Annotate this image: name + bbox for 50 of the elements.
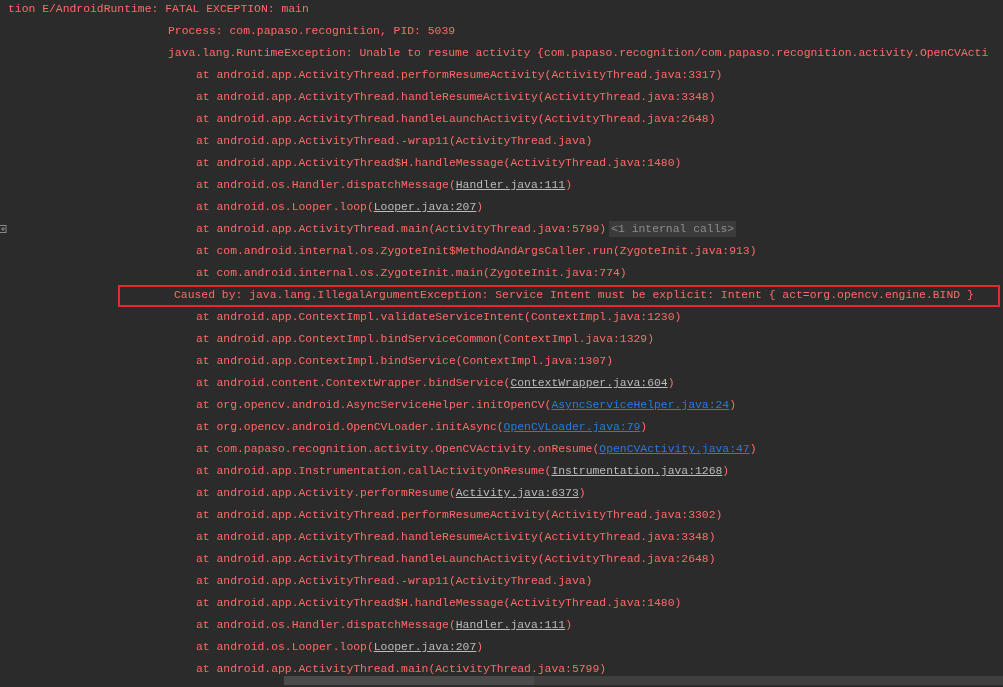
file-link[interactable]: ContextWrapper.java:604 [510,377,668,389]
log-text: at android.app.ActivityThread.handleResumeActivity(ActivityThread.java:3348) [196,531,716,543]
log-text: at org.opencv.android.OpenCVLoader.initAsync( [196,421,504,433]
log-text: tion E/AndroidRuntime: FATAL EXCEPTION: main [8,3,309,15]
log-text: ) [749,443,757,455]
log-text: Process: com.papaso.recognition, PID: 5039 [168,25,456,37]
file-link[interactable]: Handler.java:111 [455,179,566,191]
log-text: ) [565,619,572,631]
log-text: at android.app.ActivityThread.-wrap11(ActivityThread.java) [196,135,593,147]
cause-message: Caused by: java.lang.IllegalArgumentException: Service Intent must be explicit: Intent { act=org.opencv.engine.BIND } [174,289,974,301]
log-text: at android.app.ContextImpl.bindService(ContextImpl.java:1307) [196,355,613,367]
file-link[interactable]: Looper.java:207 [373,201,477,213]
expand-icon[interactable] [0,225,7,233]
log-text: at android.os.Looper.loop( [196,641,374,653]
log-text: at android.app.ActivityThread$H.handleMessage(ActivityThread.java:1480) [196,597,682,609]
log-text: at android.app.ActivityThread.main(ActivityThread.java:5799) [196,223,607,235]
log-text: at android.app.ActivityThread$H.handleMessage(ActivityThread.java:1480) [196,157,682,169]
log-text: ) [578,487,586,499]
file-link[interactable]: Activity.java:6373 [455,487,579,499]
file-link[interactable]: Looper.java:207 [373,641,477,653]
log-text: at android.app.ActivityThread.performResumeActivity(ActivityThread.java:3317) [196,69,723,81]
log-text: at android.app.ActivityThread.handleLaunchActivity(ActivityThread.java:2648) [196,553,716,565]
log-text: ) [476,201,484,213]
log-text: ) [729,399,737,411]
horizontal-scrollbar[interactable] [284,676,1003,685]
log-text: at android.app.ActivityThread.handleResumeActivity(ActivityThread.java:3348) [196,91,716,103]
file-link[interactable]: Handler.java:111 [455,619,566,631]
log-text: at android.app.ContextImpl.bindServiceCommon(ContextImpl.java:1329) [196,333,654,345]
log-text: ) [476,641,484,653]
log-text: at android.os.Handler.dispatchMessage( [196,179,456,191]
log-text: at android.content.ContextWrapper.bindService( [196,377,511,389]
log-text: at android.app.ActivityThread.-wrap11(ActivityThread.java) [196,575,593,587]
log-text: at com.papaso.recognition.activity.OpenCVActivity.onResume( [196,443,600,455]
log-text: at android.app.ActivityThread.performResumeActivity(ActivityThread.java:3302) [196,509,723,521]
log-text: at android.app.Instrumentation.callActivityOnResume( [196,465,552,477]
log-text: at android.os.Looper.loop( [196,201,374,213]
log-text: at com.android.internal.os.ZygoteInit$MethodAndArgsCaller.run(ZygoteInit.java:913) [196,245,757,257]
log-text: java.lang.RuntimeException: Unable to resume activity {com.papaso.recognition/com.papaso.recognition.activity.OpenCVActi [168,47,989,59]
log-text: at android.app.ActivityThread.handleLaunchActivity(ActivityThread.java:2648) [196,113,716,125]
file-link[interactable]: Instrumentation.java:1268 [551,465,723,477]
log-text: ) [722,465,730,477]
log-text: ) [640,421,648,433]
log-text: at android.os.Handler.dispatchMessage( [196,619,456,631]
log-text: at org.opencv.android.AsyncServiceHelper.initOpenCV( [196,399,552,411]
log-text: at android.app.ContextImpl.validateServiceIntent(ContextImpl.java:1230) [196,311,682,323]
log-text: at android.app.Activity.performResume( [196,487,456,499]
log-text: at com.android.internal.os.ZygoteInit.main(ZygoteInit.java:774) [196,267,627,279]
log-text: ) [565,179,572,191]
log-text: ) [667,377,675,389]
log-text: at android.app.ActivityThread.main(ActivityThread.java:5799) [196,663,607,675]
